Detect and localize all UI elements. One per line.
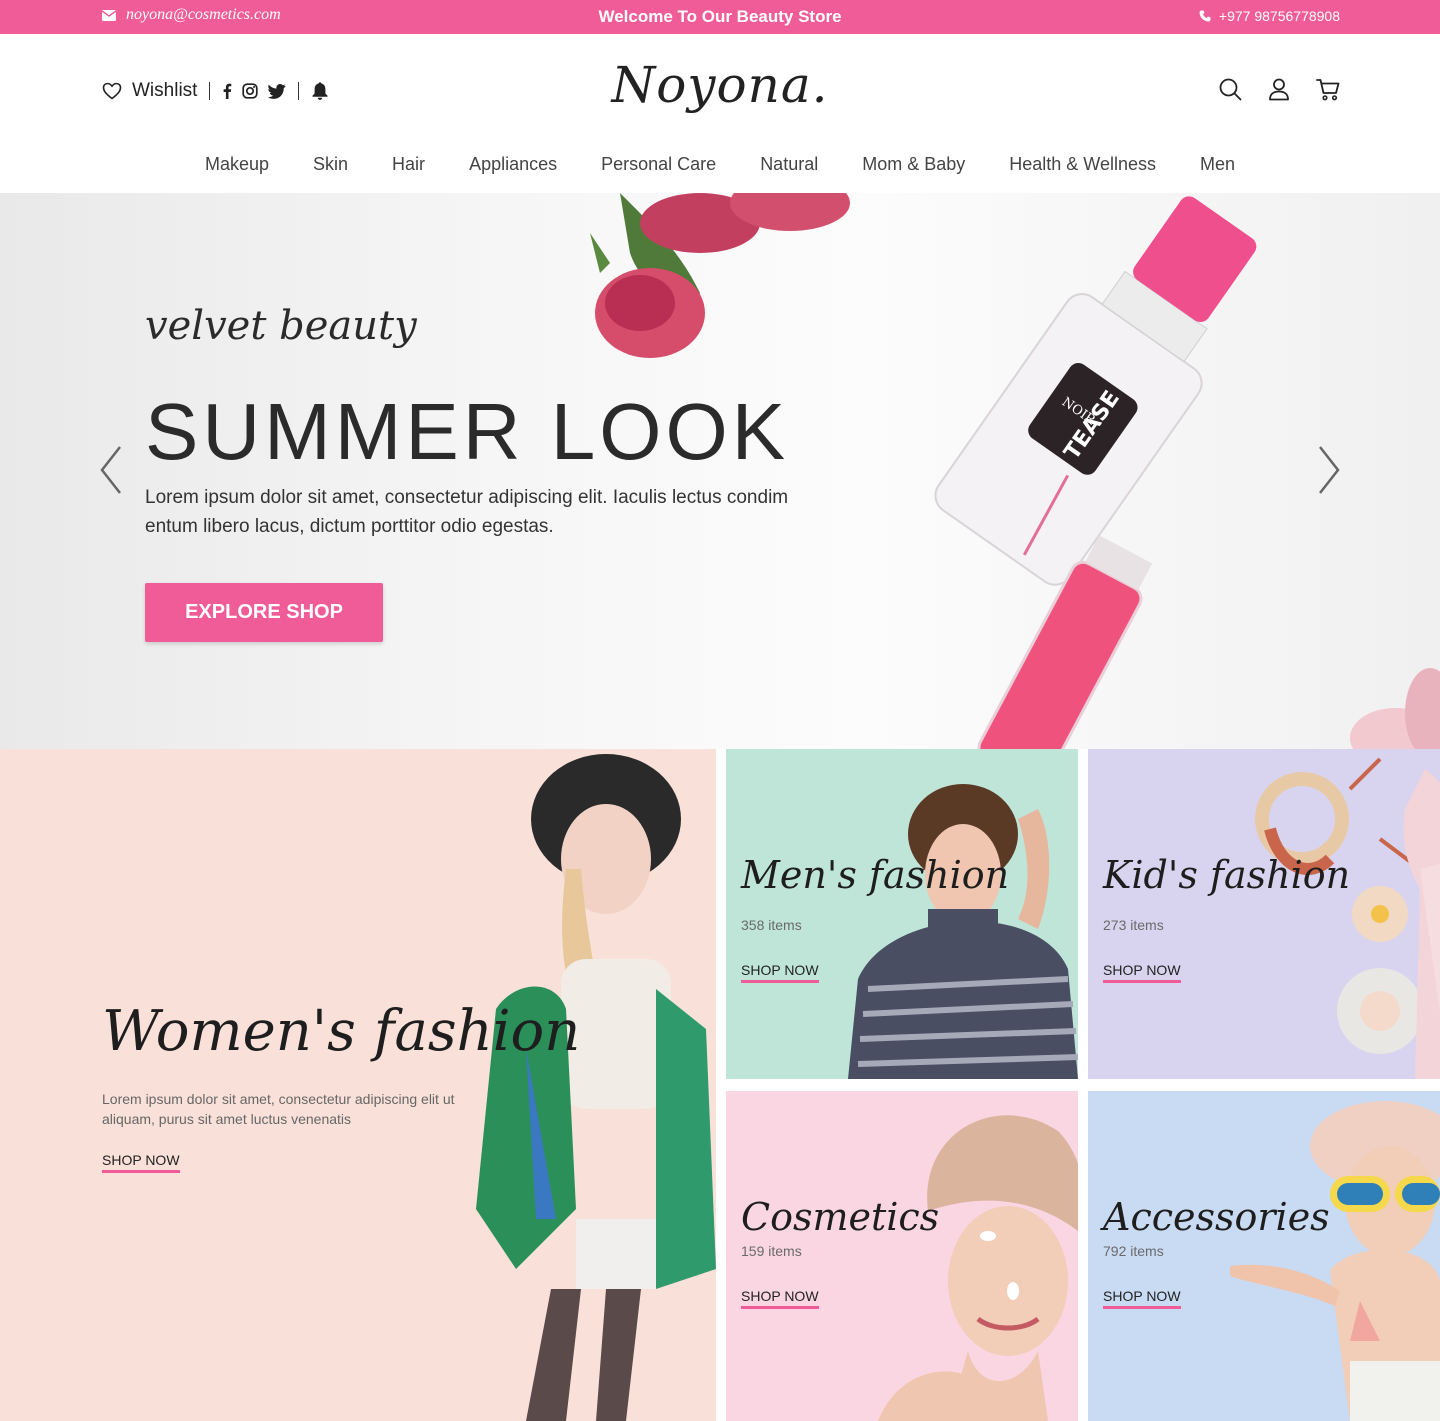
phone-text: +977 98756778908 — [1218, 8, 1340, 24]
category-title: Women's fashion — [102, 999, 581, 1064]
category-mens-fashion[interactable]: Men's fashion 358 items SHOP NOW — [726, 749, 1078, 1079]
hero-tagline: velvet beauty — [145, 303, 417, 349]
top-bar: noyona@cosmetics.com Welcome To Our Beau… — [0, 0, 1440, 34]
nav-item-skin[interactable]: Skin — [313, 154, 348, 175]
chevron-right-icon[interactable] — [1316, 445, 1342, 495]
user-icon[interactable] — [1268, 78, 1290, 101]
hero-description: Lorem ipsum dolor sit amet, consectetur … — [145, 487, 789, 537]
item-count: 159 items — [741, 1243, 802, 1259]
shop-now-link[interactable]: SHOP NOW — [741, 1288, 819, 1309]
shop-now-link[interactable]: SHOP NOW — [741, 962, 819, 983]
hero-banner: NOIR TEASE velvet beauty SUMMER LOOK Lor… — [0, 193, 1440, 749]
kids-items-image — [1255, 757, 1440, 1079]
category-description: Lorem ipsum dolor sit amet, consectetur … — [102, 1091, 455, 1127]
cosmetics-model-image — [878, 1115, 1078, 1421]
item-count: 358 items — [741, 917, 802, 933]
accessories-model-image — [1230, 1101, 1440, 1421]
hero-title: SUMMER LOOK — [145, 387, 790, 476]
phone-icon — [1199, 10, 1211, 22]
explore-shop-button[interactable]: EXPLORE SHOP — [145, 583, 383, 642]
nav-item-personal-care[interactable]: Personal Care — [601, 154, 716, 175]
category-kids-fashion[interactable]: Kid's fashion 273 items SHOP NOW — [1088, 749, 1440, 1079]
header-actions — [1219, 78, 1340, 101]
nav-item-hair[interactable]: Hair — [392, 154, 425, 175]
cart-icon[interactable] — [1316, 78, 1340, 101]
woman-model-image — [476, 754, 716, 1421]
category-title: Kid's fashion — [1103, 853, 1351, 897]
category-accessories[interactable]: Accessories 792 items SHOP NOW — [1088, 1091, 1440, 1421]
search-icon[interactable] — [1219, 78, 1242, 101]
nav-item-health-wellness[interactable]: Health & Wellness — [1009, 154, 1156, 175]
item-count: 273 items — [1103, 917, 1164, 933]
contact-phone[interactable]: +977 98756778908 — [1199, 8, 1340, 24]
category-title: Men's fashion — [741, 853, 1010, 897]
item-count: 792 items — [1103, 1243, 1164, 1259]
rose-image — [590, 193, 850, 358]
main-nav: Makeup Skin Hair Appliances Personal Car… — [0, 154, 1440, 175]
nav-item-makeup[interactable]: Makeup — [205, 154, 269, 175]
nav-item-natural[interactable]: Natural — [760, 154, 818, 175]
category-cosmetics[interactable]: Cosmetics 159 items SHOP NOW — [726, 1091, 1078, 1421]
shop-now-link[interactable]: SHOP NOW — [1103, 962, 1181, 983]
category-title: Accessories — [1103, 1195, 1330, 1239]
nav-item-men[interactable]: Men — [1200, 154, 1235, 175]
man-model-image — [848, 784, 1078, 1079]
category-womens-fashion[interactable]: Women's fashion Lorem ipsum dolor sit am… — [0, 749, 716, 1421]
header: Wishlist Noyona. Makeup Skin Hair Applia… — [0, 34, 1440, 193]
shop-now-link[interactable]: SHOP NOW — [1103, 1288, 1181, 1309]
nav-item-appliances[interactable]: Appliances — [469, 154, 557, 175]
chevron-left-icon[interactable] — [98, 445, 124, 495]
perfume-bottle-image: NOIR TEASE — [934, 196, 1257, 586]
shop-now-link[interactable]: SHOP NOW — [102, 1152, 180, 1173]
nav-item-mom-baby[interactable]: Mom & Baby — [862, 154, 965, 175]
category-title: Cosmetics — [741, 1195, 940, 1239]
